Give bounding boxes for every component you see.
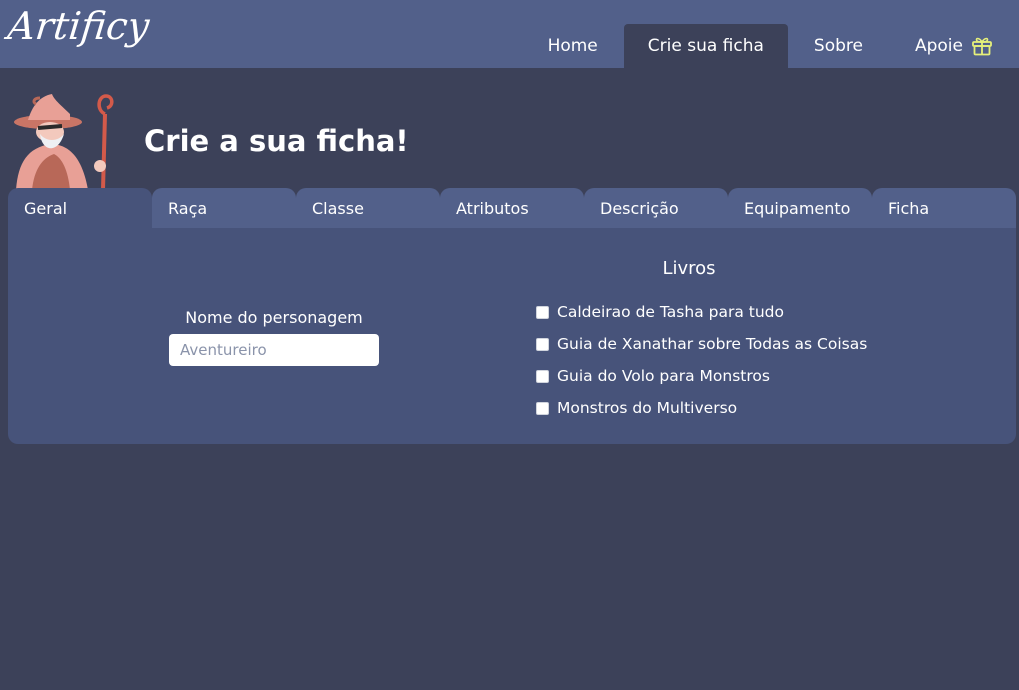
book-checkbox[interactable]	[536, 369, 549, 383]
gift-icon	[971, 36, 993, 56]
book-item[interactable]: Caldeirao de Tasha para tudo	[536, 296, 867, 328]
character-name-input[interactable]	[169, 334, 379, 366]
tab-label: Equipamento	[744, 198, 851, 218]
tab-ficha[interactable]: Ficha	[872, 188, 1016, 228]
character-name-label: Nome do personagem	[185, 308, 363, 327]
tab-equipamento[interactable]: Equipamento	[728, 188, 872, 228]
nav-link-home[interactable]: Home	[522, 24, 624, 68]
tab-atributos[interactable]: Atributos	[440, 188, 584, 228]
nav-link-label: Sobre	[813, 36, 863, 56]
book-label: Guia de Xanathar sobre Todas as Coisas	[557, 335, 868, 353]
books-list: Caldeirao de Tasha para tudo Guia de Xan…	[536, 296, 867, 424]
tab-classe[interactable]: Classe	[296, 188, 440, 228]
book-label: Guia do Volo para Monstros	[557, 367, 770, 385]
wizard-icon	[14, 94, 114, 190]
tab-geral[interactable]: Geral	[8, 188, 152, 228]
form-tabs: Geral Raça Classe Atributos Descrição Eq…	[8, 188, 1016, 228]
book-checkbox[interactable]	[536, 401, 549, 415]
tab-label: Descrição	[600, 198, 679, 218]
tab-label: Ficha	[888, 198, 930, 218]
tab-raca[interactable]: Raça	[152, 188, 296, 228]
page-title: Crie a sua ficha!	[144, 124, 409, 158]
tab-label: Raça	[168, 198, 208, 218]
top-navbar: Artificy Home Crie sua ficha Sobre Apoie	[0, 0, 1019, 68]
book-checkbox[interactable]	[536, 305, 549, 319]
book-item[interactable]: Guia de Xanathar sobre Todas as Coisas	[536, 328, 867, 360]
books-title: Livros	[662, 258, 716, 279]
hero-header: Crie a sua ficha!	[0, 68, 1019, 190]
tab-label: Geral	[24, 198, 68, 218]
nav-links: Home Crie sua ficha Sobre Apoie	[522, 24, 1019, 68]
site-logo[interactable]: Artificy	[6, 4, 152, 48]
book-item[interactable]: Guia do Volo para Monstros	[536, 360, 867, 392]
nav-link-apoie[interactable]: Apoie	[889, 24, 1019, 68]
nav-link-label: Home	[547, 36, 598, 56]
nav-link-sobre[interactable]: Sobre	[788, 24, 889, 68]
book-item[interactable]: Monstros do Multiverso	[536, 392, 867, 424]
nav-link-label: Apoie	[914, 36, 963, 56]
tab-label: Classe	[312, 198, 364, 218]
tab-label: Atributos	[456, 198, 529, 218]
book-label: Caldeirao de Tasha para tudo	[557, 303, 784, 321]
nav-link-crie-sua-ficha[interactable]: Crie sua ficha	[623, 24, 788, 68]
book-checkbox[interactable]	[536, 337, 549, 351]
tab-descricao[interactable]: Descrição	[584, 188, 728, 228]
nav-link-label: Crie sua ficha	[647, 36, 764, 56]
geral-panel: Nome do personagem Livros Caldeirao de T…	[8, 228, 1016, 444]
book-label: Monstros do Multiverso	[557, 399, 738, 417]
